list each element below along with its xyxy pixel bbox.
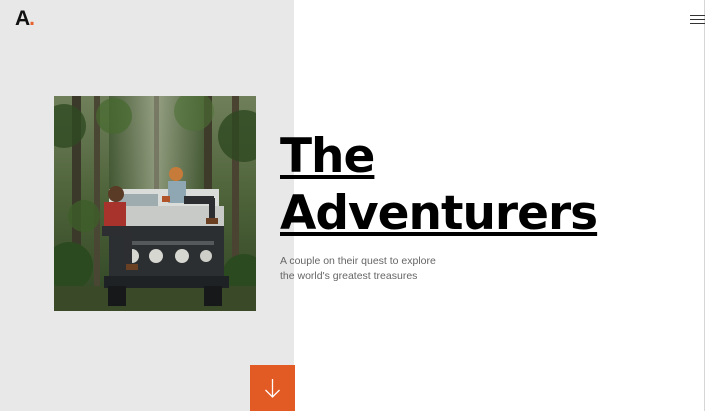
hero-photo xyxy=(54,96,256,311)
scrollbar-track[interactable] xyxy=(704,0,720,411)
hero-title-text-2: Adventurers xyxy=(280,186,598,241)
hero-tagline: A couple on their quest to explore the w… xyxy=(280,254,460,284)
tagline-line-1: A couple on their quest to explore xyxy=(280,255,436,267)
hero-title-line-1: The xyxy=(280,128,597,185)
scroll-down-button[interactable] xyxy=(250,365,295,411)
hero-photo-illustration xyxy=(54,96,256,311)
arrow-down-icon xyxy=(265,379,280,398)
hero-title-text-1: The xyxy=(280,129,375,184)
site-logo[interactable]: A. xyxy=(15,7,35,30)
menu-line xyxy=(690,15,705,16)
tagline-line-2: the world's greatest treasures xyxy=(280,270,418,282)
logo-dot: . xyxy=(29,7,35,30)
logo-letter: A xyxy=(15,7,30,30)
page: A. The Adventurers A couple on their que… xyxy=(0,0,720,411)
hero-title-line-2: Adventurers xyxy=(280,185,598,242)
menu-line xyxy=(690,19,705,20)
hero-title: The Adventurers xyxy=(280,128,598,242)
menu-line xyxy=(690,23,705,24)
hamburger-menu-icon[interactable] xyxy=(690,14,705,25)
